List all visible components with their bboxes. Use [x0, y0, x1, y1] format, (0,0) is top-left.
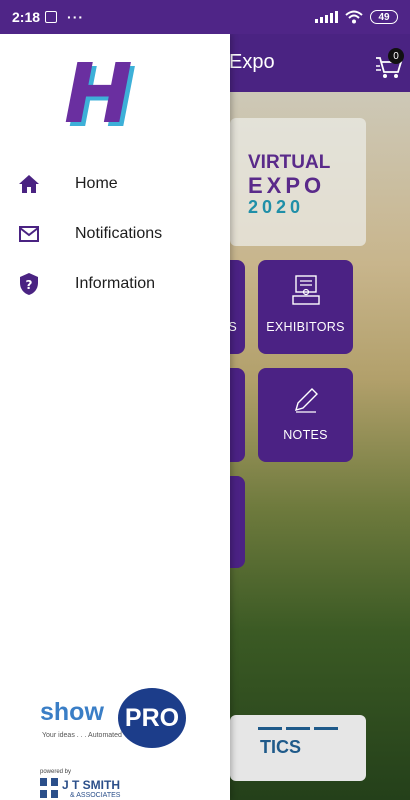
jt-smith-name: J T SMITH: [62, 778, 121, 792]
menu-item-information[interactable]: ? Information: [0, 260, 230, 308]
status-bar: 2:18 ··· 49: [0, 0, 410, 34]
menu-label-notifications: Notifications: [75, 225, 163, 242]
svg-text:?: ?: [26, 278, 33, 292]
stats-label: TICS: [260, 737, 302, 757]
virtual-expo-banner: VIRTUAL EXPO 2020: [230, 118, 366, 246]
showpro-tagline: Your ideas . . . Automated: [42, 732, 122, 739]
powered-by-text: powered by: [40, 769, 72, 775]
banner-line-1: VIRTUAL: [248, 152, 331, 173]
tile-exhibitors-label: EXHIBITORS: [266, 320, 345, 334]
exhibitor-booth-icon: [292, 275, 320, 305]
tile-notes-label: NOTES: [283, 428, 328, 442]
jt-smith-logo: J T SMITH & ASSOCIATES: [40, 778, 180, 800]
stats-decoration: [258, 727, 338, 730]
showpro-show-text: show: [40, 698, 104, 726]
jt-smith-mark-icon: [40, 778, 58, 798]
battery-indicator: 49: [370, 10, 398, 24]
navigation-drawer: H H Home Notifications ? Information sho…: [0, 34, 230, 800]
menu-label-information: Information: [75, 275, 156, 292]
showpro-logo: show PRO Your ideas . . . Automated: [40, 688, 190, 748]
more-notifications-icon: ···: [67, 9, 85, 25]
mail-icon: [19, 226, 39, 242]
menu-item-home[interactable]: Home: [0, 160, 230, 208]
cart-button[interactable]: 0: [374, 48, 404, 80]
app-title: Expo: [229, 51, 275, 73]
signal-icon: [315, 11, 338, 23]
jt-smith-sub: & ASSOCIATES: [70, 792, 121, 799]
h-logo: H H: [64, 56, 137, 134]
help-shield-icon: ?: [20, 273, 38, 295]
wifi-icon: [345, 10, 363, 24]
home-icon: [19, 175, 39, 193]
cart-badge: 0: [388, 48, 404, 64]
tile-exhibitors[interactable]: EXHIBITORS: [258, 260, 353, 354]
banner-line-2: EXPO: [248, 173, 326, 198]
tile-notes[interactable]: NOTES: [258, 368, 353, 462]
status-time: 2:18: [12, 9, 41, 25]
menu-label-home: Home: [75, 175, 118, 192]
statistics-card[interactable]: TICS: [230, 715, 366, 781]
showpro-pro-badge: PRO: [118, 688, 186, 748]
svg-text:H: H: [64, 56, 133, 134]
banner-line-3: 2020: [248, 197, 305, 217]
menu-item-notifications[interactable]: Notifications: [0, 210, 230, 258]
notification-app-icon: [45, 11, 58, 23]
pencil-icon: [294, 388, 318, 413]
